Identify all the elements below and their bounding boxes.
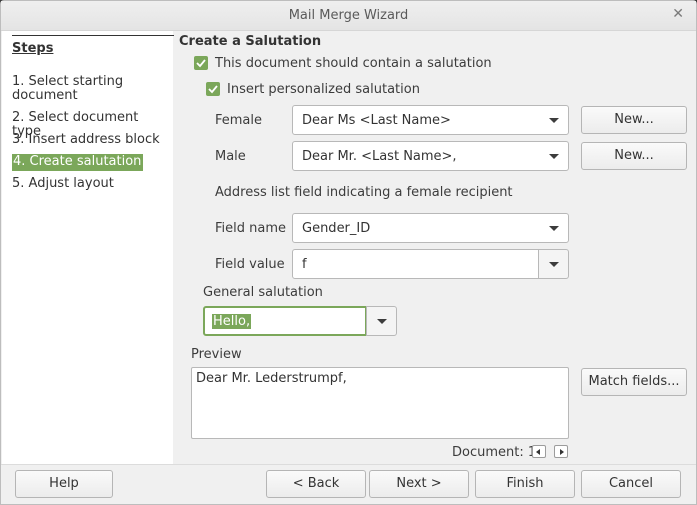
- personalized-salutation-label: Insert personalized salutation: [227, 82, 420, 97]
- close-icon[interactable]: ✕: [672, 6, 684, 22]
- preview-label: Preview: [191, 347, 242, 362]
- male-label: Male: [215, 149, 246, 164]
- chevron-right-icon: [560, 449, 564, 455]
- field-value-label: Field value: [215, 257, 285, 272]
- chevron-down-icon: [549, 226, 559, 231]
- match-fields-button[interactable]: Match fields...: [581, 368, 687, 396]
- steps-heading: Steps: [12, 41, 54, 56]
- field-name-label: Field name: [215, 221, 287, 236]
- chevron-down-icon: [376, 319, 387, 324]
- page-title: Create a Salutation: [179, 34, 322, 49]
- finish-button[interactable]: Finish: [475, 470, 575, 498]
- female-salutation-value: Dear Ms <Last Name>: [302, 113, 451, 128]
- salutation-panel: Create a Salutation This document should…: [173, 31, 696, 465]
- general-salutation-dropdown-button[interactable]: [366, 306, 397, 336]
- step-create-salutation[interactable]: 4. Create salutation: [12, 154, 144, 171]
- previous-document-button[interactable]: [532, 445, 546, 458]
- checkmark-icon: [208, 85, 218, 94]
- step-select-starting-document[interactable]: 1. Select starting document: [12, 75, 162, 103]
- steps-divider: [12, 35, 174, 36]
- steps-sidebar: Steps 1. Select starting document 2. Sel…: [2, 31, 174, 465]
- next-document-button[interactable]: [554, 445, 568, 458]
- female-salutation-dropdown[interactable]: Dear Ms <Last Name>: [292, 105, 569, 135]
- chevron-down-icon: [548, 262, 559, 267]
- female-new-button[interactable]: New...: [581, 106, 687, 134]
- step-adjust-layout[interactable]: 5. Adjust layout: [12, 177, 162, 191]
- preview-box: Dear Mr. Lederstrumpf,: [191, 367, 569, 439]
- field-name-value: Gender_ID: [302, 221, 371, 236]
- male-new-button[interactable]: New...: [581, 142, 687, 170]
- checkmark-icon: [196, 59, 206, 68]
- address-field-label: Address list field indicating a female r…: [215, 185, 513, 200]
- back-button[interactable]: < Back: [266, 470, 366, 498]
- window-title: Mail Merge Wizard: [288, 8, 409, 23]
- field-value-text: f: [302, 257, 307, 272]
- personalized-salutation-checkbox[interactable]: [206, 82, 220, 96]
- general-salutation-input[interactable]: Hello,: [203, 306, 367, 336]
- next-button[interactable]: Next >: [369, 470, 469, 498]
- contain-salutation-checkbox[interactable]: [194, 56, 208, 70]
- field-value-input[interactable]: f: [292, 249, 539, 279]
- document-counter: Document: 1: [452, 445, 537, 460]
- step-insert-address-block[interactable]: 3. Insert address block: [12, 133, 162, 147]
- field-value-dropdown-button[interactable]: [538, 249, 569, 279]
- general-salutation-value: Hello,: [212, 314, 252, 329]
- female-label: Female: [215, 113, 263, 128]
- preview-text: Dear Mr. Lederstrumpf,: [196, 371, 347, 386]
- field-name-dropdown[interactable]: Gender_ID: [292, 213, 569, 243]
- mail-merge-wizard-window: Mail Merge Wizard ✕ Steps 1. Select star…: [0, 0, 697, 505]
- chevron-down-icon: [549, 118, 559, 123]
- contain-salutation-label: This document should contain a salutatio…: [215, 56, 492, 71]
- footer-divider: [1, 464, 696, 465]
- chevron-down-icon: [549, 154, 559, 159]
- chevron-left-icon: [536, 449, 540, 455]
- male-salutation-dropdown[interactable]: Dear Mr. <Last Name>,: [292, 141, 569, 171]
- general-salutation-label: General salutation: [203, 285, 323, 300]
- help-button[interactable]: Help: [15, 470, 113, 498]
- male-salutation-value: Dear Mr. <Last Name>,: [302, 149, 457, 164]
- cancel-button[interactable]: Cancel: [581, 470, 681, 498]
- title-bar: Mail Merge Wizard ✕: [1, 1, 696, 31]
